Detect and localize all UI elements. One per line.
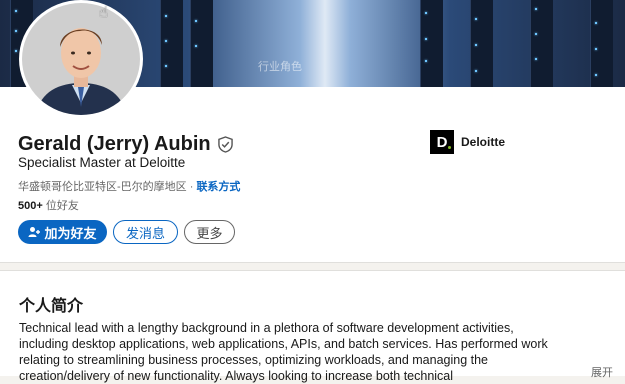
more-button[interactable]: 更多 [184, 220, 235, 244]
company-logo: D [430, 130, 454, 154]
expand-link[interactable]: 展开 [591, 364, 613, 380]
server-rack [530, 0, 553, 87]
avatar[interactable] [19, 0, 143, 118]
connections-number: 500+ [18, 200, 43, 212]
profile-card: 行业角色 ☝ Gerald (Jerry) Aubin Specialist M… [0, 0, 625, 263]
current-company[interactable]: D Deloitte [430, 130, 505, 154]
connect-button[interactable]: 加为好友 [18, 220, 107, 244]
profile-name: Gerald (Jerry) Aubin [18, 133, 211, 155]
message-label: 发消息 [125, 225, 165, 241]
add-person-icon [28, 227, 41, 237]
avatar-photo [22, 3, 140, 115]
company-name: Deloitte [461, 135, 506, 149]
location-text: 华盛顿哥伦比亚特区-巴尔的摩地区 · [18, 181, 197, 193]
contact-info-link[interactable]: 联系方式 [196, 181, 240, 193]
banner-watermark: 行业角色 [258, 61, 302, 73]
server-rack [420, 0, 443, 87]
profile-headline: Specialist Master at Deloitte [18, 155, 186, 170]
message-button[interactable]: 发消息 [113, 220, 178, 244]
verified-shield-icon[interactable] [217, 136, 233, 153]
connect-label: 加为好友 [44, 225, 97, 241]
company-logo-letter: D [436, 133, 448, 151]
mouse-cursor-icon: ☝ [99, 4, 109, 21]
server-rack [160, 0, 183, 87]
profile-name-row: Gerald (Jerry) Aubin [18, 133, 233, 156]
more-label: 更多 [196, 225, 223, 241]
about-title: 个人简介 [19, 298, 84, 315]
connections-count[interactable]: 500+ 位好友 [18, 197, 79, 213]
server-rack [190, 0, 213, 87]
logo-dot [448, 146, 451, 149]
about-text: Technical lead with a lengthy background… [19, 321, 548, 383]
about-section: 个人简介 Technical lead with a lengthy backg… [0, 270, 625, 383]
location-row: 华盛顿哥伦比亚特区-巴尔的摩地区 · 联系方式 [18, 178, 240, 194]
server-rack [470, 0, 493, 87]
server-rack [590, 0, 613, 87]
connections-label: 位好友 [42, 200, 79, 212]
